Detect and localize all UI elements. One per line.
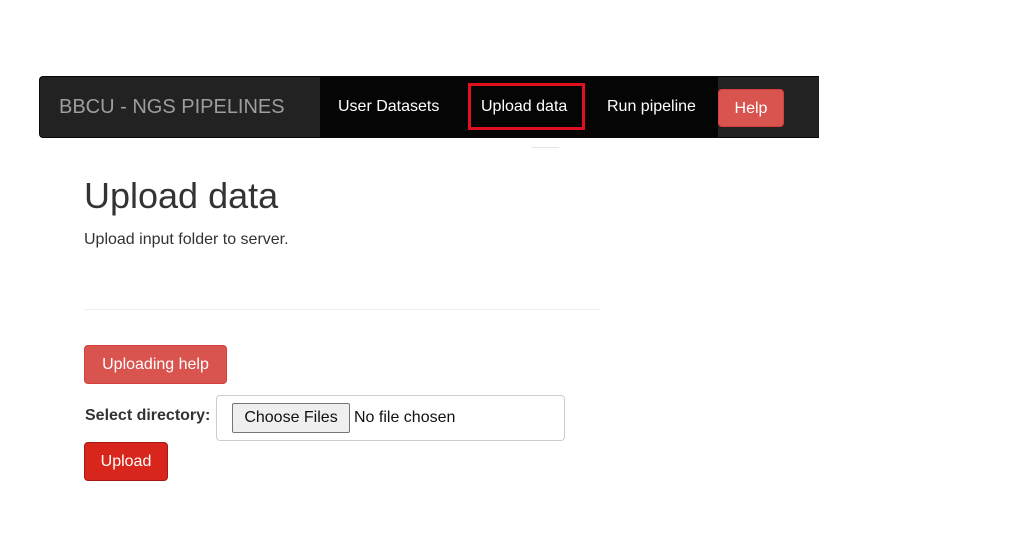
divider-mark (531, 147, 559, 148)
nav-run-pipeline[interactable]: Run pipeline (607, 77, 696, 137)
nav-user-datasets[interactable]: User Datasets (338, 77, 439, 137)
uploading-help-button[interactable]: Uploading help (84, 345, 227, 384)
brand-link[interactable]: BBCU - NGS PIPELINES (40, 77, 320, 137)
select-directory-label: Select directory: (85, 407, 211, 424)
page-title: Upload data (84, 175, 279, 216)
navbar: BBCU - NGS PIPELINES User Datasets Uploa… (39, 76, 819, 138)
choose-files-button[interactable]: Choose Files (232, 403, 350, 433)
upload-button[interactable]: Upload (84, 442, 168, 481)
help-button[interactable]: Help (718, 89, 784, 127)
file-status-text: No file chosen (354, 409, 456, 426)
nav-links: User Datasets Upload data Run pipeline (320, 77, 718, 137)
page-subtitle: Upload input folder to server. (84, 231, 289, 248)
section-divider (84, 309, 600, 310)
nav-upload-data[interactable]: Upload data (481, 77, 567, 137)
directory-file-input[interactable]: Choose Files No file chosen (216, 395, 565, 441)
